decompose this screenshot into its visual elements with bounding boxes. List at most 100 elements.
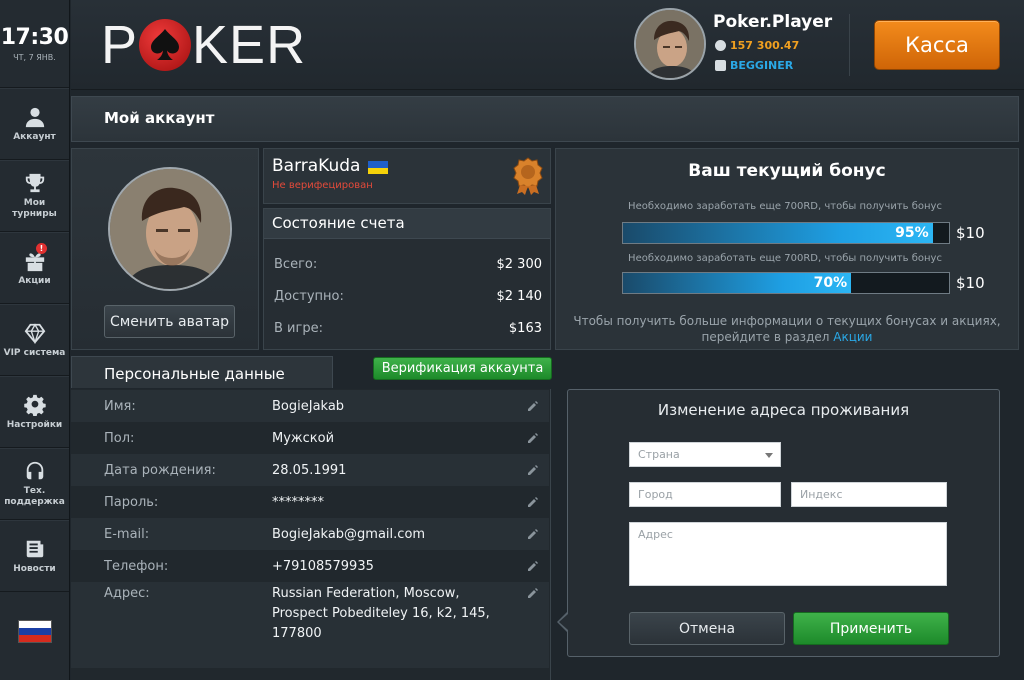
bonus-info-text: Чтобы получить больше информации о текущ… <box>573 314 1001 344</box>
avatar[interactable] <box>634 8 706 80</box>
account-row-value: $2 140 <box>496 289 543 304</box>
pencil-icon[interactable] <box>527 587 539 599</box>
sidebar-item-label: Аккаунт <box>13 131 56 142</box>
pencil-icon[interactable] <box>527 528 539 540</box>
ru-flag-icon[interactable] <box>18 620 52 643</box>
sidebar-item-vip[interactable]: VIP система <box>0 304 69 376</box>
promotions-link[interactable]: Акции <box>833 330 872 344</box>
row-value: ******** <box>272 494 324 510</box>
sidebar-item-label: Новости <box>13 563 56 574</box>
sidebar: 17:30 ЧТ, 7 ЯНВ. Аккаунт Мои турниры ! А… <box>0 0 70 680</box>
sidebar-item-label: Акции <box>18 275 51 286</box>
personal-data-table: Имя: BogieJakab Пол: Мужской Дата рожден… <box>71 389 551 680</box>
ua-flag-icon <box>368 161 388 174</box>
pencil-icon[interactable] <box>527 560 539 572</box>
alert-badge: ! <box>36 243 47 254</box>
sidebar-item-support[interactable]: Тех. поддержка <box>0 448 69 520</box>
table-row: Телефон: +79108579935 <box>71 550 549 582</box>
bonus-title: Ваш текущий бонус <box>688 161 886 181</box>
row-label: Пол: <box>104 430 135 446</box>
progress-fill: 95% <box>623 223 933 243</box>
account-row: В игре: $163 <box>274 321 542 336</box>
poker-logo[interactable]: P KER <box>101 14 306 76</box>
progress-percent: 70% <box>813 275 848 291</box>
logo-text-right: KER <box>192 15 307 75</box>
sidebar-item-label: Настройки <box>6 419 63 430</box>
cancel-button[interactable]: Отмена <box>629 612 785 645</box>
sidebar-item-news[interactable]: Новости <box>0 520 69 592</box>
bonus-note: Необходимо заработать еще 700RD, чтобы п… <box>628 201 942 212</box>
row-value: +79108579935 <box>272 558 374 574</box>
row-value: Мужской <box>272 430 335 446</box>
medal-icon <box>513 157 543 195</box>
newspaper-icon <box>26 540 43 557</box>
zip-input[interactable]: Индекс <box>791 482 947 507</box>
sidebar-item-label: Тех. поддержка <box>4 486 65 507</box>
table-row: Дата рождения: 28.05.1991 <box>71 454 549 486</box>
page-title-bar: Мой аккаунт <box>71 96 1019 142</box>
nickname: BarraKuda <box>272 156 361 176</box>
city-placeholder: Город <box>638 488 673 501</box>
address-form-title: Изменение адреса проживания <box>657 401 910 419</box>
sidebar-item-label: Мои турниры <box>12 198 57 219</box>
address-change-panel: Изменение адреса проживания Страна Город… <box>567 389 1000 657</box>
gear-icon <box>23 394 46 416</box>
country-select[interactable]: Страна <box>629 442 781 467</box>
account-row-value: $2 300 <box>496 257 543 272</box>
bonus-progress-bar: 95% <box>622 222 950 244</box>
sidebar-item-promotions[interactable]: ! Акции <box>0 232 69 304</box>
row-label: Адрес: <box>104 586 150 601</box>
player-level: BEGGINER <box>715 59 793 72</box>
progress-percent: 95% <box>895 225 929 241</box>
page-title: Мой аккаунт <box>104 109 215 127</box>
account-row-label: Доступно: <box>274 289 344 304</box>
bonus-note: Необходимо заработать еще 700RD, чтобы п… <box>628 253 942 264</box>
city-input[interactable]: Город <box>629 482 781 507</box>
chevron-down-icon <box>765 453 773 458</box>
bonus-amount: $10 <box>956 274 985 292</box>
row-value: BogieJakab <box>272 398 345 414</box>
pencil-icon[interactable] <box>527 496 539 508</box>
header-divider <box>849 14 850 76</box>
row-label: Пароль: <box>104 494 159 510</box>
apply-button[interactable]: Применить <box>793 612 949 645</box>
sidebar-item-label: VIP система <box>3 347 66 358</box>
user-icon <box>25 107 44 127</box>
sidebar-item-settings[interactable]: Настройки <box>0 376 69 448</box>
header: P KER Poker.Player 157 300.47 BEGGINER К… <box>71 0 1024 90</box>
zip-placeholder: Индекс <box>800 488 843 501</box>
account-row: Доступно: $2 140 <box>274 289 542 304</box>
headset-icon <box>26 461 43 480</box>
account-row-label: Всего: <box>274 257 318 272</box>
profile-avatar <box>108 167 232 291</box>
address-textarea[interactable]: Адрес <box>629 522 947 586</box>
sidebar-item-tournaments[interactable]: Мои турниры <box>0 160 69 232</box>
username[interactable]: Poker.Player <box>713 12 832 32</box>
table-row: Пароль: ******** <box>71 486 549 518</box>
cashier-button[interactable]: Касса <box>874 20 1000 70</box>
bonus-info: Чтобы получить больше информации о текущ… <box>566 313 1008 345</box>
pencil-icon[interactable] <box>527 400 539 412</box>
bonus-progress-bar: 70% <box>622 272 950 294</box>
cards-icon <box>715 60 726 71</box>
personal-data-tab[interactable]: Персональные данные <box>71 356 333 388</box>
change-avatar-button[interactable]: Сменить аватар <box>104 305 235 338</box>
pencil-icon[interactable] <box>527 464 539 476</box>
pencil-icon[interactable] <box>527 432 539 444</box>
logo-text-left: P <box>101 15 139 75</box>
balance-value: 157 300.47 <box>730 39 800 52</box>
diamond-icon <box>24 322 45 344</box>
clock: 17:30 ЧТ, 7 ЯНВ. <box>0 0 69 88</box>
address-placeholder: Адрес <box>638 528 673 541</box>
row-label: E-mail: <box>104 526 150 542</box>
row-label: Дата рождения: <box>104 462 216 478</box>
country-placeholder: Страна <box>638 448 680 461</box>
account-row-label: В игре: <box>274 321 323 336</box>
row-value: BogieJakab@gmail.com <box>272 526 426 542</box>
sidebar-item-account[interactable]: Аккаунт <box>0 88 69 160</box>
verify-account-button[interactable]: Верификация аккаунта <box>373 357 552 380</box>
level-value: BEGGINER <box>730 59 794 72</box>
row-value: Russian Federation, Moscow, Prospect Pob… <box>272 586 490 641</box>
dollar-coin-icon <box>715 40 726 51</box>
balance: 157 300.47 <box>715 39 799 52</box>
